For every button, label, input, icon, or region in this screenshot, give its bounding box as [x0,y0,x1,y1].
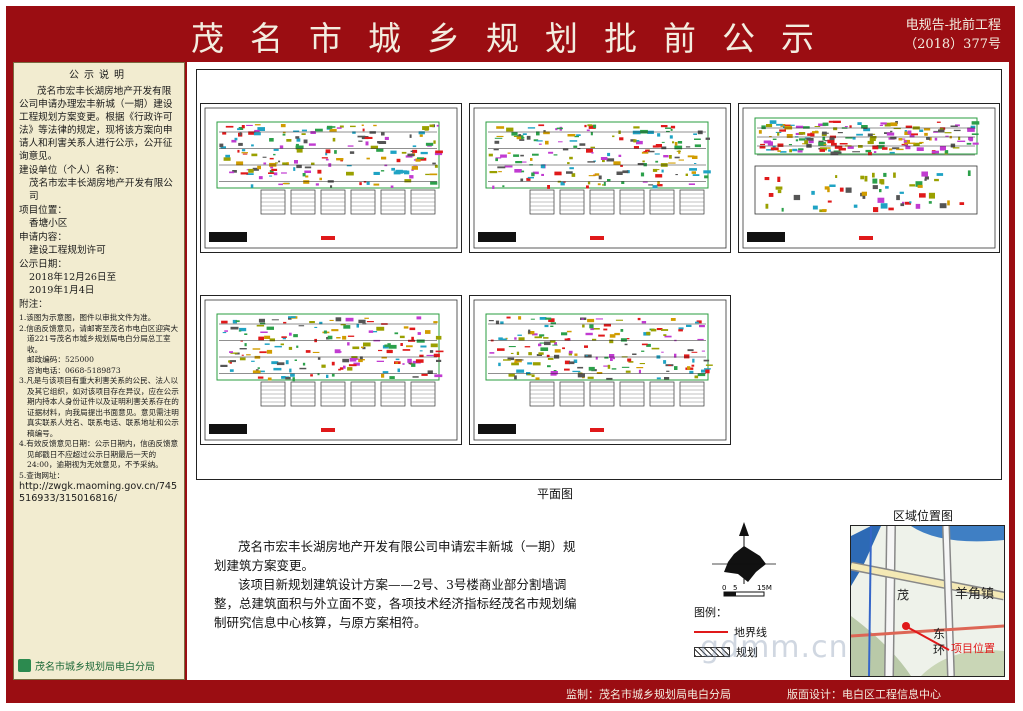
bureau-logo-icon [18,659,31,672]
sidebar-footer-org: 茂名市城乡规划局电白分局 [35,662,155,673]
date-label: 公示日期： [19,259,67,270]
floor-plan-drawing [473,107,727,249]
query-url-link[interactable]: http://zwgk.maoming.gov.cn/745516933/315… [19,481,179,505]
floor-plan-sheet[interactable] [469,295,731,445]
note-item: 2.信函反馈意见，请邮寄至茂名市电白区迎宾大道221号茂名市城乡规划局电白分局总… [19,323,179,354]
note-item: 5.查询网址： [19,470,65,480]
footer-designer: 版面设计：电白区工程信息中心 [787,688,941,701]
map-project-label: 项目位置 [951,641,995,655]
document-number-line1: 电规告-批前工程 [905,18,1001,33]
document-number: 电规告-批前工程 （2018）377号 [904,16,1001,54]
sidebar-body: 茂名市宏丰长湖房地产开发有限公司申请办理宏丰新城（一期）建设工程规划方案变更。根… [19,86,173,162]
notes-list: 1.该图为示意图，图件以审批文件为准。 2.信函反馈意见，请邮寄至茂名市电白区迎… [19,313,179,481]
notice-sidebar: 公示说明 茂名市宏丰长湖房地产开发有限公司申请办理宏丰新城（一期）建设工程规划方… [13,62,185,680]
floor-plan-sheet[interactable] [200,103,462,253]
page-footer: 监制：茂名市城乡规划局电白分局 版面设计：电白区工程信息中心 [6,683,1015,703]
notes-label: 附注： [19,299,48,310]
location-map-drawing: 羊角镇 茂 东 环 项目位置 [851,526,1004,676]
date-from: 2018年12月26日至 [29,272,117,283]
plan-caption: 平面图 [537,487,574,501]
site-watermark: gdmm.cn [700,630,849,665]
plan-drawings-frame [196,69,1002,480]
unit-value: 茂名市宏丰长湖房地产开发有限公司 [29,178,173,202]
map-label: 东 [933,627,945,641]
document-number-line2: （2018）377号 [904,37,1001,52]
date-to: 2019年1月4日 [29,285,95,296]
sidebar-heading: 公示说明 [69,70,129,81]
note-item: 咨询电话：0668-5189873 [27,365,121,375]
apply-value: 建设工程规划许可 [29,245,106,256]
description-paragraph: 该项目新规划建筑设计方案——2号、3号楼商业部分割墙调整，总建筑面积与外立面不变… [214,577,577,630]
map-label: 羊角镇 [955,586,994,602]
note-item: 1.该图为示意图，图件以审批文件为准。 [19,313,156,322]
location-label: 项目位置： [19,205,67,216]
page-title: 茂名市城乡规划批前公示 [191,19,840,58]
note-item: 4.有效反馈意见日期：公示日期内，信函反馈意见邮戳日不应超过公示日期最后一天的2… [19,439,179,469]
scale-label: 0 [722,584,726,592]
scale-label: 5 [733,584,737,592]
floor-plan-drawing [204,299,458,441]
main-panel: 平面图 茂名市宏丰长湖房地产开发有限公司申请宏丰新城（一期）规划建筑方案变更。 … [187,62,1009,680]
location-map: 羊角镇 茂 东 环 项目位置 [850,525,1005,677]
apply-label: 申请内容： [19,232,67,243]
project-description: 茂名市宏丰长湖房地产开发有限公司申请宏丰新城（一期）规划建筑方案变更。 该项目新… [214,537,579,632]
floor-plan-sheet[interactable] [200,295,462,445]
note-item: 3.凡是与该项目有重大利害关系的公民、法人以及其它组织，如对该项目存在异议，应在… [19,376,179,438]
sidebar-footer: 茂名市城乡规划局电白分局 [18,658,155,673]
scale-label: 15M [757,584,772,592]
title-banner: 茂名市城乡规划批前公示 电规告-批前工程 （2018）377号 [6,6,1015,60]
floor-plan-sheet[interactable] [469,103,731,253]
location-value: 香塘小区 [29,218,68,229]
map-label: 茂 [897,588,909,602]
note-item: 邮政编码：525000 [27,355,94,364]
floor-plan-sheet[interactable] [738,103,1000,253]
location-map-title: 区域位置图 [893,509,954,523]
description-paragraph: 茂名市宏丰长湖房地产开发有限公司申请宏丰新城（一期）规划建筑方案变更。 [214,539,576,573]
floor-plan-drawing [742,107,996,249]
floor-plan-drawing [204,107,458,249]
unit-label: 建设单位（个人）名称： [19,165,125,176]
legend-title: 图例： [694,606,727,619]
footer-supervisor: 监制：茂名市城乡规划局电白分局 [566,688,731,701]
floor-plan-drawing [473,299,727,441]
map-label: 环 [933,643,945,657]
